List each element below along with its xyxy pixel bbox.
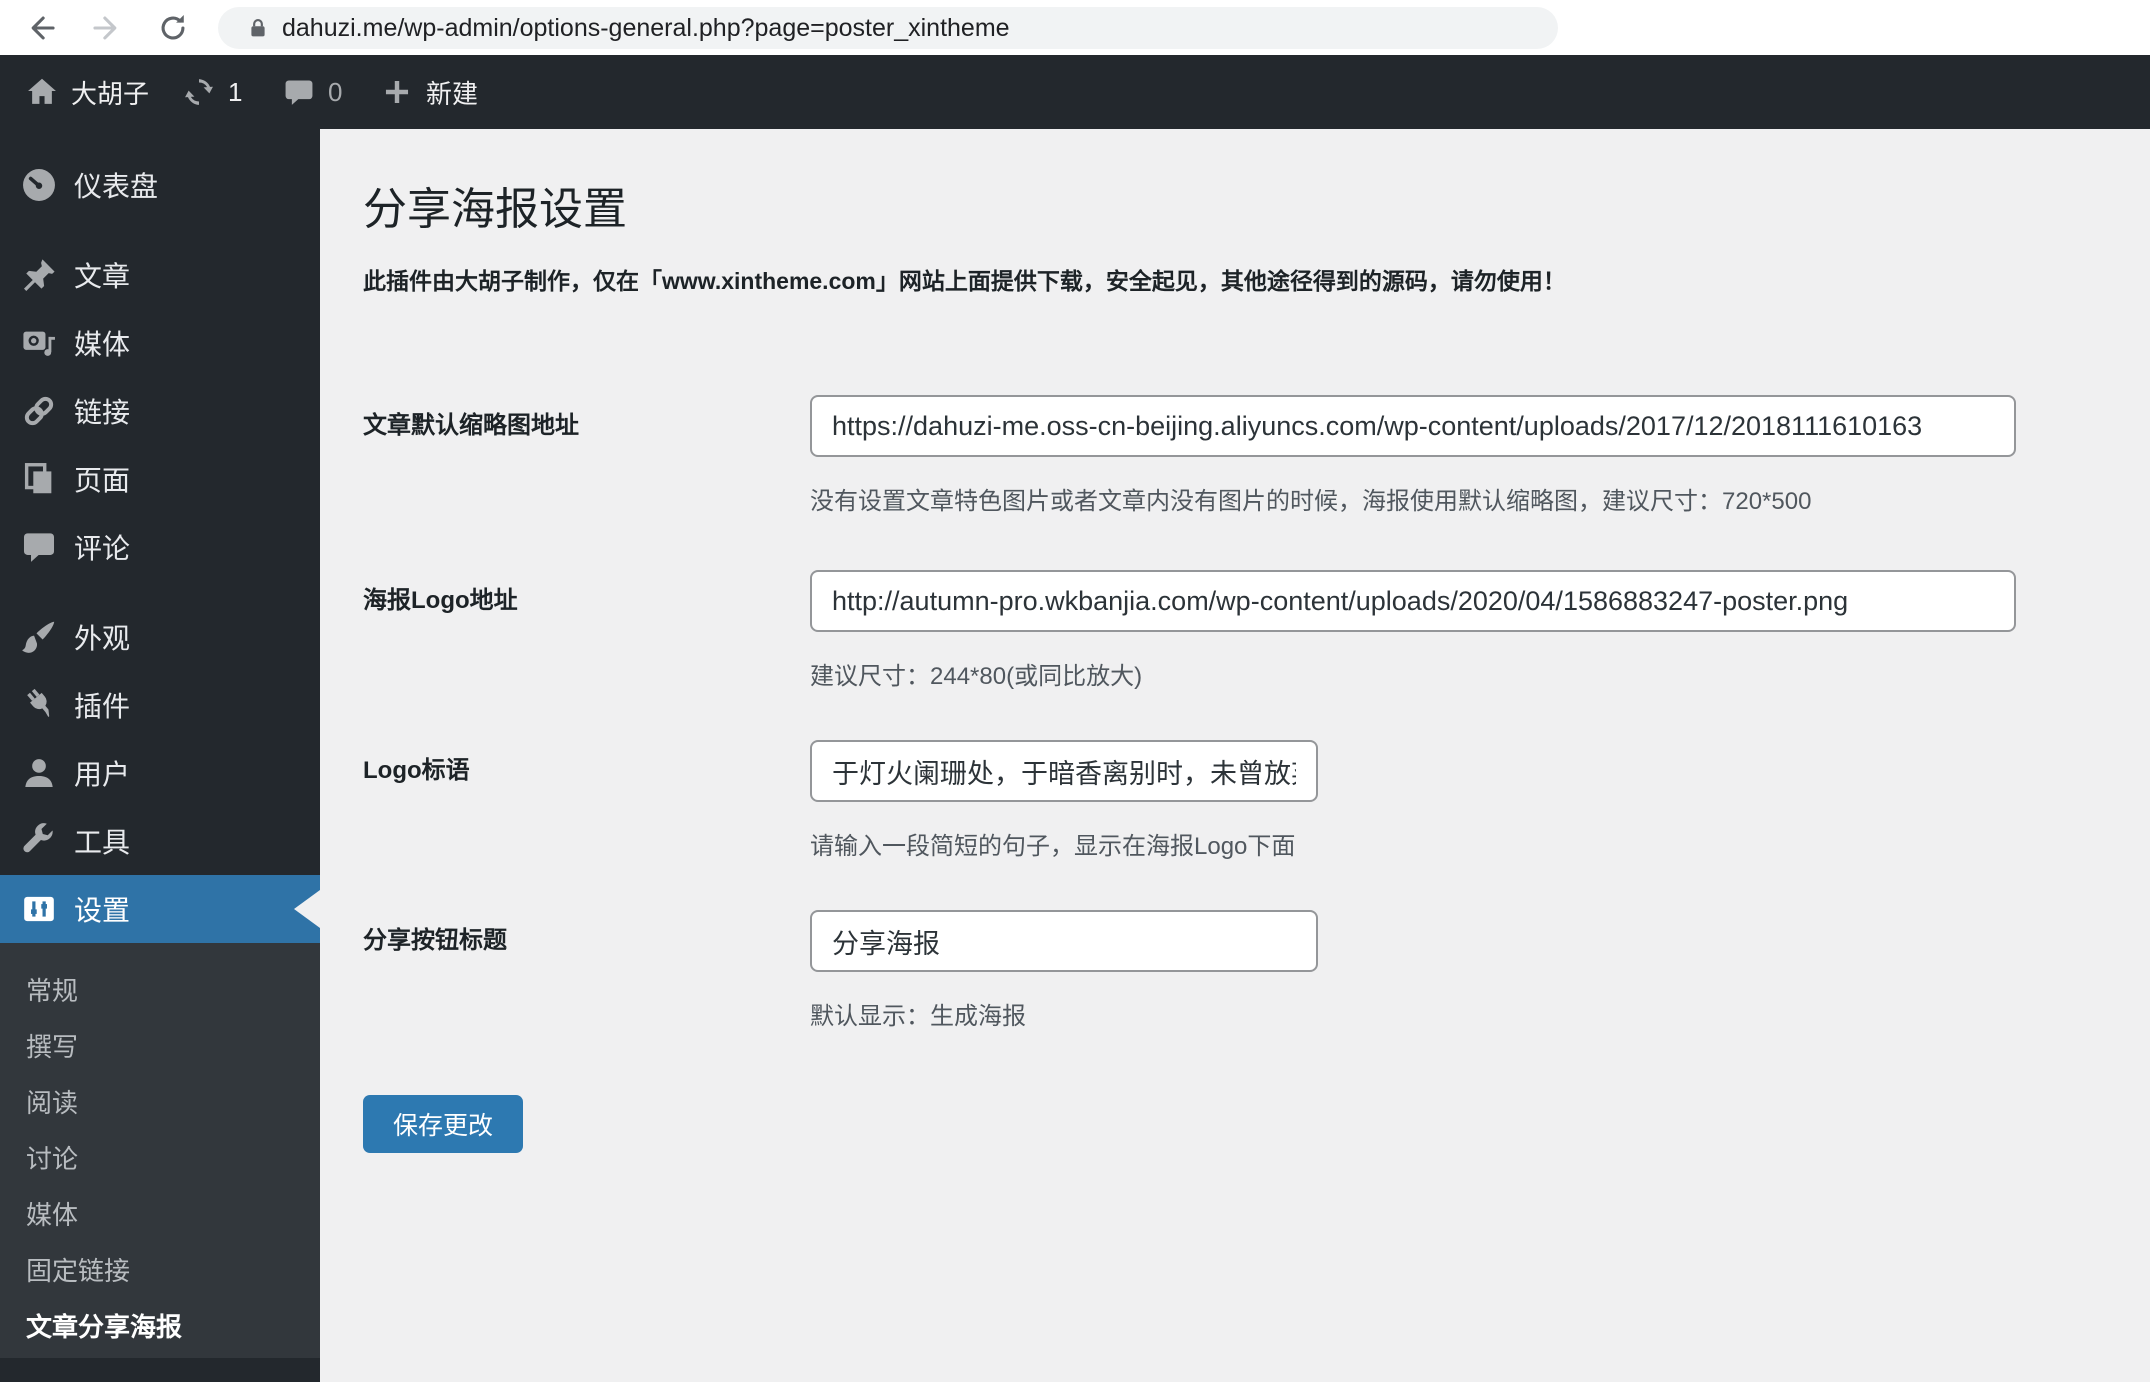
home-icon [28, 78, 56, 104]
thumbnail-url-input[interactable] [810, 395, 2016, 457]
comments-bubble-icon [20, 528, 58, 566]
submenu-item-general[interactable]: 常规 [0, 963, 320, 1019]
submenu-item-reading[interactable]: 阅读 [0, 1075, 320, 1131]
address-bar[interactable]: dahuzi.me/wp-admin/options-general.php?p… [218, 7, 1558, 49]
sidebar-item-users[interactable]: 用户 [0, 739, 320, 807]
settings-page: 分享海报设置 此插件由大胡子制作，仅在「www.xintheme.com」网站上… [320, 129, 2150, 1382]
field-label: 文章默认缩略图地址 [363, 412, 579, 439]
plugins-plug-icon [20, 686, 58, 724]
sidebar-item-label: 用户 [74, 759, 131, 790]
admin-bar-comments[interactable]: 0 [282, 55, 342, 129]
plugin-notice: 此插件由大胡子制作，仅在「www.xintheme.com」网站上面提供下载，安… [363, 268, 1566, 294]
sidebar-item-appearance[interactable]: 外观 [0, 603, 320, 671]
field-label: Logo标语 [363, 757, 470, 784]
field-label: 海报Logo地址 [363, 587, 518, 614]
sidebar-item-comments[interactable]: 评论 [0, 513, 320, 581]
field-help: 请输入一段简短的句子，显示在海报Logo下面 [810, 833, 1296, 860]
sidebar-item-media[interactable]: 媒体 [0, 309, 320, 377]
submenu-item-media[interactable]: 媒体 [0, 1187, 320, 1243]
posts-pin-icon [20, 256, 58, 294]
reload-icon[interactable] [156, 11, 190, 45]
submenu-item-writing[interactable]: 撰写 [0, 1019, 320, 1075]
sidebar-item-label: 仪表盘 [74, 171, 159, 202]
field-help: 没有设置文章特色图片或者文章内没有图片的时候，海报使用默认缩略图，建议尺寸：72… [810, 488, 1812, 515]
settings-submenu: 常规 撰写 阅读 讨论 媒体 固定链接 文章分享海报 [0, 943, 320, 1358]
new-label: 新建 [426, 78, 479, 109]
sidebar-item-label: 设置 [74, 895, 131, 926]
field-label: 分享按钮标题 [363, 927, 507, 954]
sidebar-item-dashboard[interactable]: 仪表盘 [0, 151, 320, 219]
settings-sliders-icon [20, 890, 58, 928]
links-chain-icon [20, 392, 58, 430]
sidebar-item-posts[interactable]: 文章 [0, 241, 320, 309]
admin-bar-updates[interactable]: 1 [182, 55, 242, 129]
sidebar-item-label: 文章 [74, 261, 131, 292]
dashboard-icon [20, 166, 58, 204]
sidebar-item-tools[interactable]: 工具 [0, 807, 320, 875]
lock-icon [246, 16, 270, 40]
submenu-item-permalinks[interactable]: 固定链接 [0, 1243, 320, 1299]
site-name: 大胡子 [71, 78, 150, 109]
submenu-item-share-poster[interactable]: 文章分享海报 [0, 1299, 320, 1355]
users-person-icon [20, 754, 58, 792]
plus-icon [385, 80, 409, 104]
browser-toolbar: dahuzi.me/wp-admin/options-general.php?p… [0, 0, 2150, 55]
field-help: 建议尺寸：244*80(或同比放大) [810, 663, 1143, 690]
logo-slogan-input[interactable] [810, 740, 1318, 802]
back-icon[interactable] [24, 11, 58, 45]
sidebar-item-pages[interactable]: 页面 [0, 445, 320, 513]
poster-logo-url-input[interactable] [810, 570, 2016, 632]
sidebar-item-label: 评论 [74, 533, 131, 564]
sidebar-item-label: 外观 [74, 623, 131, 654]
submenu-item-discussion[interactable]: 讨论 [0, 1131, 320, 1187]
page-title: 分享海报设置 [363, 185, 627, 234]
sidebar-item-label: 链接 [74, 397, 131, 428]
media-camera-icon [20, 324, 58, 362]
appearance-brush-icon [20, 618, 58, 656]
admin-bar-site[interactable]: 大胡子 [25, 55, 149, 129]
sidebar-item-links[interactable]: 链接 [0, 377, 320, 445]
sidebar-item-label: 媒体 [74, 329, 131, 360]
updates-icon [185, 79, 213, 105]
comments-icon [285, 80, 313, 105]
field-help: 默认显示：生成海报 [810, 1003, 1026, 1030]
sidebar-item-label: 工具 [74, 827, 131, 858]
sidebar-item-label: 页面 [74, 465, 131, 496]
url-text: dahuzi.me/wp-admin/options-general.php?p… [282, 14, 1010, 42]
current-menu-arrow [294, 890, 320, 928]
admin-sidebar: 仪表盘 文章 媒体 链接 页面 评论 外观 插件 用户 工具 设置 常规 撰写 … [0, 129, 320, 1382]
wp-admin-bar: 大胡子 1 0 新建 [0, 55, 2150, 129]
forward-icon[interactable] [90, 11, 124, 45]
sidebar-bottom-strip [0, 1358, 320, 1382]
tools-wrench-icon [20, 822, 58, 860]
pages-icon [20, 460, 58, 498]
admin-bar-new[interactable]: 新建 [380, 55, 478, 129]
sidebar-item-plugins[interactable]: 插件 [0, 671, 320, 739]
sidebar-item-settings[interactable]: 设置 [0, 875, 320, 943]
sidebar-item-label: 插件 [74, 691, 131, 722]
share-button-title-input[interactable] [810, 910, 1318, 972]
save-changes-button[interactable]: 保存更改 [363, 1095, 524, 1153]
comment-count: 0 [328, 76, 343, 107]
update-count: 1 [228, 76, 243, 107]
